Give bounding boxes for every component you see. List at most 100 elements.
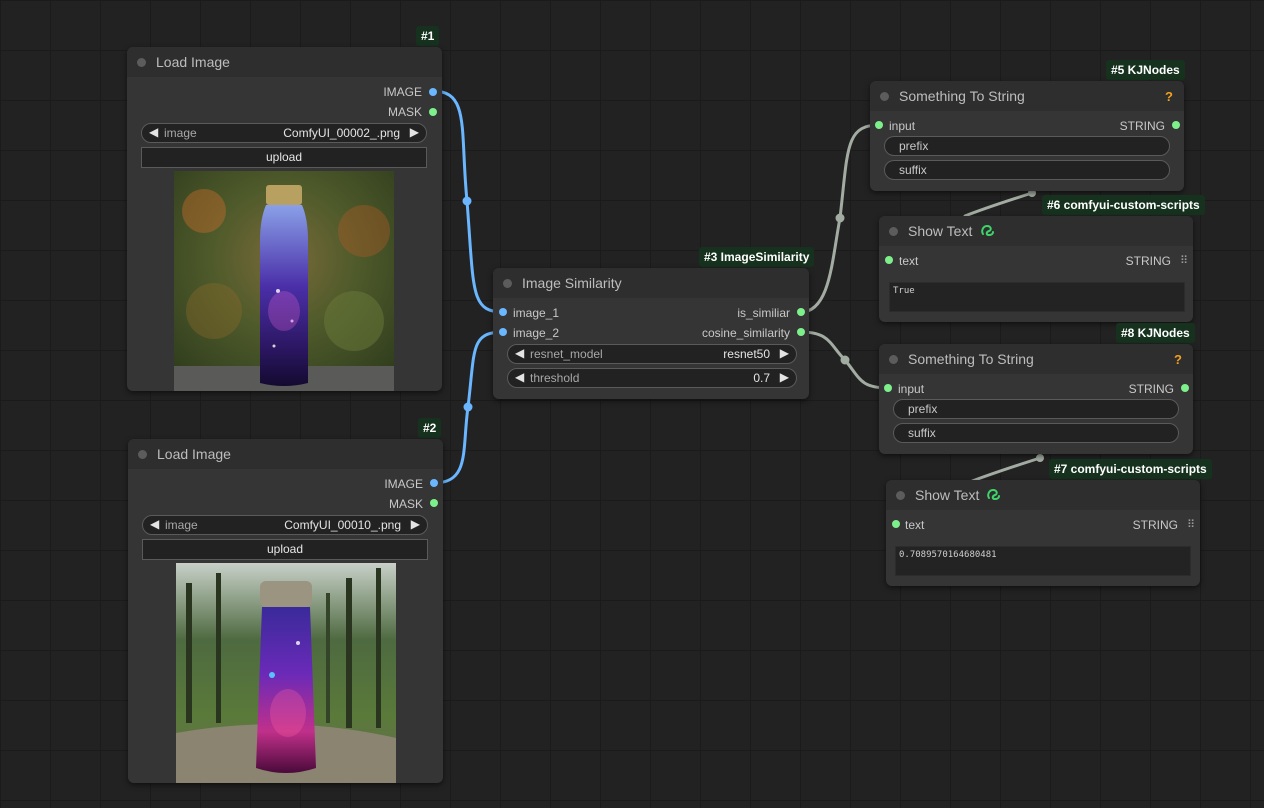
output-slot-string[interactable] [1181, 384, 1189, 392]
image-select-widget[interactable]: ◀ image ComfyUI_00002_.png ▶ [141, 123, 427, 143]
node-id-badge: #1 [416, 26, 440, 46]
resnet-model-combo[interactable]: ◀ resnet_model resnet50 ▶ [507, 344, 797, 364]
collapse-dot-icon[interactable] [503, 279, 512, 288]
decrement-arrow-icon[interactable]: ◀ [149, 125, 158, 139]
output-slot-mask[interactable] [430, 499, 438, 507]
input-slot-image-2[interactable] [499, 328, 507, 336]
input-label: image_2 [513, 326, 560, 340]
collapse-dot-icon[interactable] [889, 355, 898, 364]
input-slot[interactable] [884, 384, 892, 392]
wire-string8-to-text7 [968, 456, 1042, 484]
help-icon[interactable]: ? [1165, 89, 1173, 104]
image-similarity-node[interactable]: Image Similarity image_1 image_2 is_simi… [493, 268, 809, 399]
reroute-dot [463, 402, 473, 412]
output-label: is_similiar [737, 306, 790, 320]
prefix-field[interactable]: prefix [893, 399, 1179, 419]
node-title-bar[interactable]: Image Similarity [493, 268, 809, 298]
upload-button[interactable]: upload [141, 147, 427, 168]
output-slot-mask[interactable] [429, 108, 437, 116]
text-output-area[interactable]: 0.7089570164680481 [895, 546, 1191, 576]
node-title: Load Image [157, 446, 231, 462]
collapse-dot-icon[interactable] [896, 491, 905, 500]
output-label: STRING [1125, 254, 1171, 268]
custom-scripts-snake-icon [987, 488, 1000, 501]
bottle-preview-image [174, 171, 394, 391]
collapse-dot-icon[interactable] [880, 92, 889, 101]
output-label: STRING [1128, 382, 1174, 396]
threshold-number-widget[interactable]: ◀ threshold 0.7 ▶ [507, 368, 797, 388]
collapse-dot-icon[interactable] [137, 58, 146, 67]
input-label: text [905, 518, 925, 532]
output-slot-cosine-similarity[interactable] [797, 328, 805, 336]
input-slot[interactable] [892, 520, 900, 528]
prefix-field[interactable]: prefix [884, 136, 1170, 156]
suffix-field[interactable]: suffix [884, 160, 1170, 180]
increment-arrow-icon[interactable]: ▶ [780, 346, 789, 360]
collapse-dot-icon[interactable] [889, 227, 898, 236]
output-label: STRING [1132, 518, 1178, 532]
increment-arrow-icon[interactable]: ▶ [780, 370, 789, 384]
increment-arrow-icon[interactable]: ▶ [411, 517, 420, 531]
show-text-node-6[interactable]: Show Text text STRING ⠿ True [879, 216, 1193, 322]
widget-value: ComfyUI_00002_.png [283, 126, 400, 140]
image-select-widget[interactable]: ◀ image ComfyUI_00010_.png ▶ [142, 515, 428, 535]
input-slot[interactable] [875, 121, 883, 129]
input-slot[interactable] [885, 256, 893, 264]
node-title-bar[interactable]: Show Text [879, 216, 1193, 246]
something-to-string-node-8[interactable]: Something To String ? input STRING prefi… [879, 344, 1193, 454]
node-id-badge: #8 KJNodes [1116, 323, 1195, 343]
input-slot-image-1[interactable] [499, 308, 507, 316]
text-output-area[interactable]: True [889, 282, 1185, 312]
output-label-image: IMAGE [384, 477, 423, 491]
node-title: Something To String [899, 88, 1025, 104]
widget-label: prefix [899, 139, 929, 153]
widget-value: 0.7 [753, 371, 770, 385]
widget-label: prefix [908, 402, 938, 416]
node-title-bar[interactable]: Something To String ? [870, 81, 1184, 111]
show-text-node-7[interactable]: Show Text text STRING ⠿ 0.70895701646804… [886, 480, 1200, 586]
grid-handle-icon[interactable]: ⠿ [1180, 254, 1188, 267]
load-image-node-2[interactable]: Load Image IMAGE MASK ◀ image ComfyUI_00… [128, 439, 443, 783]
widget-value: ComfyUI_00010_.png [284, 518, 401, 532]
output-label: STRING [1119, 119, 1165, 133]
input-label: image_1 [513, 306, 560, 320]
node-id-badge: #6 comfyui-custom-scripts [1042, 195, 1205, 215]
input-label: input [898, 382, 925, 396]
collapse-dot-icon[interactable] [138, 450, 147, 459]
something-to-string-node-5[interactable]: Something To String ? input STRING prefi… [870, 81, 1184, 191]
node-title-bar[interactable]: Load Image [127, 47, 442, 77]
node-title: Image Similarity [522, 275, 622, 291]
output-label: cosine_similarity [701, 326, 790, 340]
widget-label: suffix [899, 163, 927, 177]
node-title: Something To String [908, 351, 1034, 367]
grid-handle-icon[interactable]: ⠿ [1187, 518, 1195, 531]
input-label: input [889, 119, 916, 133]
node-id-badge: #3 ImageSimilarity [699, 247, 815, 267]
decrement-arrow-icon[interactable]: ◀ [150, 517, 159, 531]
node-title-bar[interactable]: Something To String ? [879, 344, 1193, 374]
suffix-field[interactable]: suffix [893, 423, 1179, 443]
node-title: Show Text [915, 487, 980, 503]
load-image-node-1[interactable]: Load Image IMAGE MASK ◀ image ComfyUI_00… [127, 47, 442, 391]
node-title-bar[interactable]: Show Text [886, 480, 1200, 510]
node-title: Load Image [156, 54, 230, 70]
reroute-dot [462, 196, 472, 206]
node-id-badge: #7 comfyui-custom-scripts [1049, 459, 1212, 479]
help-icon[interactable]: ? [1174, 352, 1182, 367]
output-slot-image[interactable] [429, 88, 437, 96]
decrement-arrow-icon[interactable]: ◀ [515, 370, 524, 384]
increment-arrow-icon[interactable]: ▶ [410, 125, 419, 139]
output-slot-image[interactable] [430, 479, 438, 487]
decrement-arrow-icon[interactable]: ◀ [515, 346, 524, 360]
upload-button[interactable]: upload [142, 539, 428, 560]
widget-value: resnet50 [723, 347, 770, 361]
custom-scripts-snake-icon [981, 224, 994, 237]
reroute-dot [840, 355, 850, 365]
output-slot-is-similiar[interactable] [797, 308, 805, 316]
output-slot-string[interactable] [1172, 121, 1180, 129]
node-title-bar[interactable]: Load Image [128, 439, 443, 469]
output-label-mask: MASK [387, 105, 422, 119]
wire-cosine [799, 330, 890, 390]
node-id-badge: #2 [418, 418, 442, 438]
widget-label: suffix [908, 426, 936, 440]
